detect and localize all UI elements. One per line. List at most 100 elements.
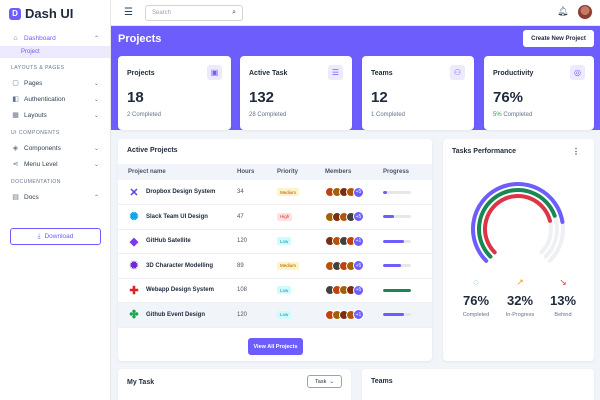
project-hours: 120 [237, 229, 277, 254]
project-name-cell[interactable]: ✚ Webapp Design System [118, 284, 237, 297]
metric-label: Completed [462, 312, 490, 318]
members-more-badge: +1 [353, 235, 364, 247]
search-placeholder: Search [152, 10, 172, 16]
members-more-badge: +5 [353, 284, 364, 296]
sidebar-item-components[interactable]: ◈ Components ⌄ [0, 140, 110, 156]
people-icon: ⚇ [450, 65, 465, 80]
chevron-up-icon: ⌃ [93, 35, 99, 42]
members-group[interactable]: +5 [325, 211, 383, 223]
progress-bar [383, 215, 411, 219]
sidebar-item-layouts[interactable]: ▦ Layouts ⌄ [0, 107, 110, 123]
task-filter-dropdown[interactable]: Task ⌄ [307, 375, 342, 388]
stat-value: 132 [249, 89, 275, 106]
sidebar-item-dashboard[interactable]: ⌂ Dashboard ⌃ [0, 30, 110, 46]
active-projects-title: Active Projects [127, 147, 178, 154]
col-header-hours: Hours [237, 164, 277, 180]
sidebar-item-label: Components [24, 144, 61, 152]
project-hours: 108 [237, 278, 277, 303]
project-name-cell[interactable]: ✤ Github Event Design [118, 309, 237, 321]
table-row[interactable]: ✤ Github Event Design 120 Low +1 [118, 302, 432, 328]
members-more-badge: +5 [353, 260, 364, 272]
priority-badge: Medium [277, 261, 300, 270]
project-logo-icon: ✤ [129, 309, 139, 322]
stat-card-projects: Projects ▣ 18 2 Completed [118, 56, 231, 130]
project-hours: 47 [237, 204, 277, 230]
project-name-cell[interactable]: ✹ 3D Character Modelling [118, 260, 237, 272]
chevron-down-icon: ⌄ [93, 145, 99, 152]
table-row[interactable]: ◆ GitHub Satellite 120 Low +1 [118, 229, 432, 254]
progress-fill [383, 239, 404, 243]
members-group[interactable]: +1 [325, 235, 383, 247]
sidebar-subitem-project[interactable]: Project [0, 46, 110, 58]
briefcase-icon: ▣ [207, 65, 222, 80]
chevron-down-icon: ⌄ [93, 96, 99, 103]
project-name-cell[interactable]: ◆ GitHub Satellite [118, 235, 237, 248]
progress-bar [383, 239, 411, 243]
sidebar-item-label: Pages [24, 79, 43, 87]
project-logo-icon: ◆ [129, 235, 139, 248]
sidebar-item-label: Layouts [24, 111, 47, 119]
priority-badge: Low [277, 237, 292, 246]
sidebar-item-authentication[interactable]: ◧ Authentication ⌄ [0, 91, 110, 107]
members-group[interactable]: +5 [325, 284, 383, 296]
download-icon: ⤓ [37, 232, 41, 240]
view-all-projects-button[interactable]: View All Projects [248, 338, 303, 355]
members-more-badge: +5 [353, 186, 364, 198]
metric-value: 13% [549, 293, 577, 308]
sidebar-item-menu-level[interactable]: ⋖ Menu Level ⌄ [0, 156, 110, 172]
notification-bell-icon[interactable]: 🔔︎ [557, 6, 568, 17]
sidebar-heading-layouts: LAYOUTS & PAGES [11, 65, 65, 71]
progress-fill [383, 215, 395, 219]
menu-toggle-icon[interactable]: ☰ [124, 7, 133, 18]
stat-subtext-highlight: 5% [493, 112, 502, 118]
chevron-down-icon: ⌄ [329, 378, 334, 385]
members-group[interactable]: +5 [325, 186, 383, 198]
user-avatar[interactable] [577, 4, 593, 20]
project-hours: 34 [237, 180, 277, 205]
progress-fill [383, 313, 404, 317]
search-input[interactable]: Search ⌕ [145, 5, 243, 21]
progress-bar [383, 190, 411, 194]
create-new-project-button[interactable]: Create New Project [523, 30, 594, 47]
table-row[interactable]: ✚ Webapp Design System 108 Low +5 [118, 278, 432, 303]
components-icon: ◈ [12, 145, 19, 152]
active-projects-table: Project name Hours Priority Members Prog… [118, 164, 432, 328]
chevron-down-icon: ⌄ [93, 80, 99, 87]
priority-badge: High [277, 212, 293, 221]
project-name: GitHub Satellite [146, 238, 191, 245]
metric-behind: ↘ 13% Behind [538, 277, 588, 318]
stat-subtext: 1 Completed [371, 112, 406, 118]
project-name: Slack Team UI Design [146, 213, 208, 220]
tasks-radial-chart [471, 182, 565, 263]
metric-value: 76% [462, 293, 490, 308]
members-group[interactable]: +1 [325, 309, 383, 321]
download-button[interactable]: ⤓ Download [10, 228, 101, 245]
project-logo-icon: ✹ [129, 260, 139, 273]
progress-bar [383, 288, 411, 292]
brand-logo[interactable]: D Dash UI [0, 0, 110, 27]
tasks-performance-title: Tasks Performance [452, 148, 517, 155]
stat-value: 76% [493, 89, 524, 106]
stat-subtext: 28 Completed [249, 112, 287, 118]
table-row[interactable]: ✕ Dropbox Design System 34 Medium +5 [118, 180, 432, 205]
task-filter-value: Task [315, 378, 327, 385]
sidebar-item-docs[interactable]: ▤ Docs ⌃ [0, 189, 110, 205]
table-row[interactable]: ✺ Slack Team UI Design 47 High +5 [118, 204, 432, 230]
stat-card-teams: Teams ⚇ 12 1 Completed [362, 56, 474, 130]
metric-label: Behind [554, 312, 572, 318]
priority-badge: Low [277, 310, 292, 319]
table-row[interactable]: ✹ 3D Character Modelling 89 Medium +5 [118, 253, 432, 279]
members-group[interactable]: +5 [325, 260, 383, 272]
project-name-cell[interactable]: ✺ Slack Team UI Design [118, 211, 237, 223]
sidebar-item-label: Authentication [24, 95, 66, 103]
radial-ring-behind [483, 194, 552, 255]
members-more-badge: +5 [353, 211, 364, 223]
project-name-cell[interactable]: ✕ Dropbox Design System [118, 186, 237, 199]
progress-bar [383, 264, 411, 268]
more-options-icon[interactable]: ⋮ [572, 147, 580, 156]
stat-subtext-rest: Completed [501, 112, 533, 118]
project-hours: 120 [237, 302, 277, 328]
sidebar-item-pages[interactable]: ▢ Pages ⌄ [0, 75, 110, 91]
stat-card-productivity: Productivity ◎ 76% 5% Completed [484, 56, 594, 130]
stat-title: Projects [127, 70, 155, 77]
